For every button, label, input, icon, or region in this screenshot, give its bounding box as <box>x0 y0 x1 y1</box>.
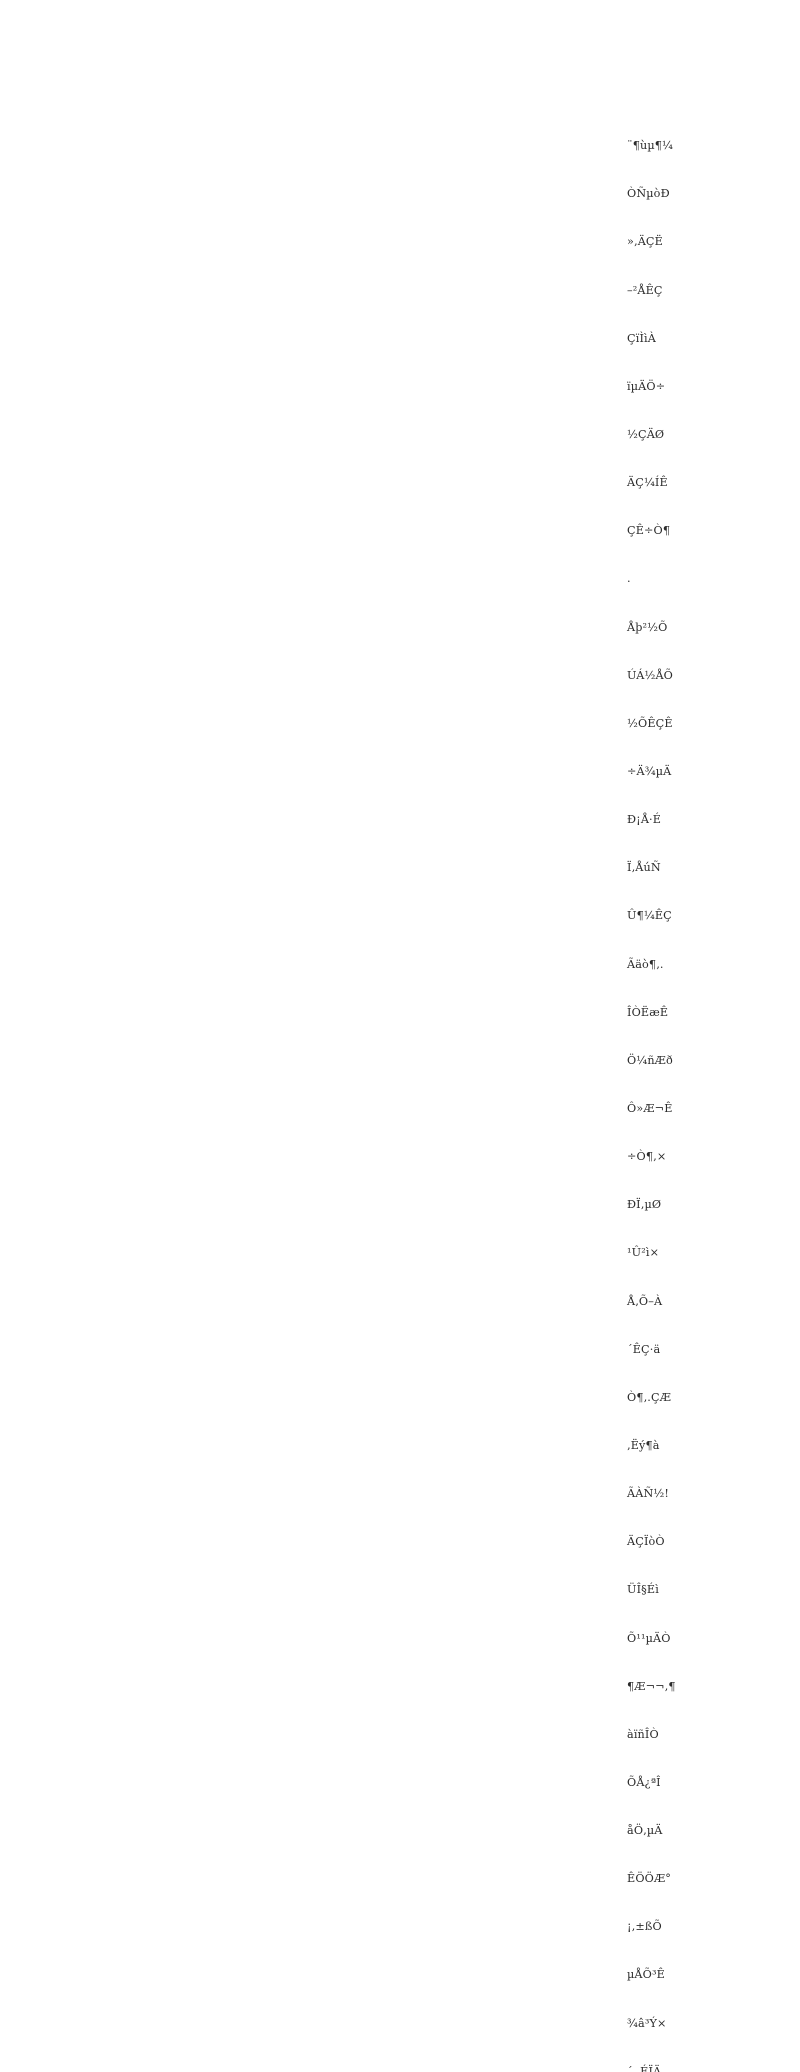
text-line: . <box>627 572 631 586</box>
text-line: åÖ‚µÄ <box>627 1824 663 1838</box>
text-line: ÃÀÑ½! <box>627 1487 670 1501</box>
text-line: ½ÇÄØ <box>627 427 665 441</box>
text-line: àïñÎÒ <box>627 1727 659 1741</box>
text-line: ÷Ò¶‚× <box>627 1150 667 1164</box>
text-line: ¾â³Ý× <box>627 2016 667 2030</box>
text-line: ÄÇÏòÒ <box>627 1535 665 1549</box>
text-line: ½ÕÊÇÊ <box>627 716 673 730</box>
text-line: Ò¶‚.ÇÆ <box>627 1390 672 1404</box>
text-line: Ô»Æ¬Ê <box>627 1101 673 1115</box>
text-line: ÎÒËæÊ <box>627 1005 669 1019</box>
garbled-text-column: ¨¶ùµ¶¼ ÒÑµòÐ »‚ÄÇË –²ÅÊÇ ÇïÌìÀ ïµÄÖ÷ ½ÇÄ… <box>627 90 697 2072</box>
text-line: ÕÅ¿ªÎ <box>627 1775 661 1789</box>
text-line: ¨¶ùµ¶¼ <box>627 139 674 153</box>
text-line: ÜÎ§Éì <box>627 1583 659 1597</box>
text-line: »‚ÄÇË <box>627 235 663 249</box>
text-line: ¶Æ¬¬‚¶ <box>627 1679 676 1693</box>
text-line: ´ÊÇ·ä <box>627 1342 661 1356</box>
text-line: Ö¼ñÆð <box>627 1053 673 1067</box>
text-line: Åþ²½Õ <box>627 620 668 634</box>
text-line: Å‚Õ–À <box>627 1294 663 1308</box>
document-page: ¨¶ùµ¶¼ ÒÑµòÐ »‚ÄÇË –²ÅÊÇ ÇïÌìÀ ïµÄÖ÷ ½ÇÄ… <box>0 0 800 2072</box>
text-line: ÚÁ½ÅÕ <box>627 668 674 682</box>
text-line: Õ¹¹µÄÒ <box>627 1631 671 1645</box>
text-line: ÷Ä¾µÄ <box>627 764 672 778</box>
text-line: ïµÄÖ÷ <box>627 379 666 393</box>
text-line: ¹Û²ì× <box>627 1246 660 1260</box>
text-line: ‚Ëý¶à <box>627 1438 660 1452</box>
text-line: Ãäò¶‚. <box>627 957 664 971</box>
text-line: µÅÕ³Ê <box>627 1968 665 1982</box>
text-line: Ï‚ÅúÑ <box>627 861 661 875</box>
text-line: ÊÖÖÆ° <box>627 1872 672 1886</box>
text-line: ÄÇ¼ÍÊ <box>627 476 668 490</box>
text-line: Û¶¼ÊÇ <box>627 909 672 923</box>
text-line: ´‚.ÉÏÄ <box>627 2064 662 2072</box>
text-line: Ð¡Å·É <box>627 813 662 827</box>
text-line: ÇÊ÷Ò¶ <box>627 524 671 538</box>
text-line: ¡‚±ßÕ <box>627 1920 662 1934</box>
text-line: ÇïÌìÀ <box>627 331 656 345</box>
text-line: ÒÑµòÐ <box>627 187 670 201</box>
text-line: –²ÅÊÇ <box>627 283 663 297</box>
text-line: ÐÏ‚µØ <box>627 1198 662 1212</box>
